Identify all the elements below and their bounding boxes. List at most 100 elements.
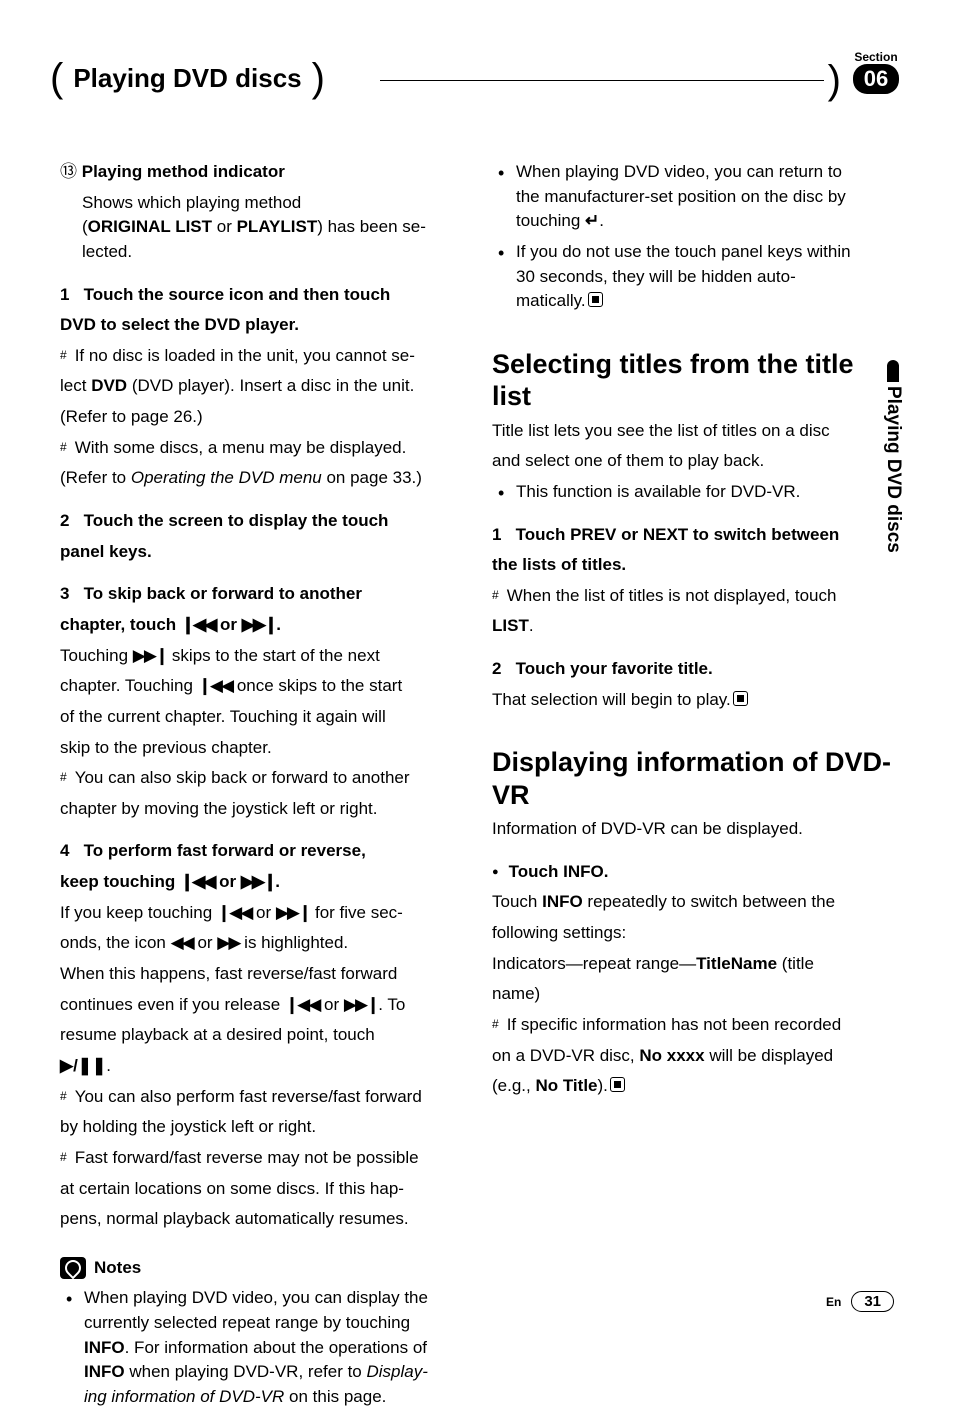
text: on page 33.) <box>322 468 422 487</box>
text: You can also perform fast reverse/fast f… <box>75 1087 422 1106</box>
note: If specific information has not been rec… <box>492 1013 894 1038</box>
section-end-icon <box>610 1077 625 1092</box>
heading-displaying-info: Displaying information of DVD-VR <box>492 746 894 811</box>
next-icon: ▶▶❙ <box>241 872 275 891</box>
text: lected. <box>82 242 132 261</box>
text: following settings: <box>492 921 894 946</box>
bullet-note: If you do not use the touch panel keys w… <box>492 240 894 314</box>
text: If you do not use the touch panel keys w… <box>516 242 851 261</box>
text: touching <box>516 211 585 230</box>
text: continues even if you release <box>60 995 285 1014</box>
text: or <box>214 872 240 891</box>
note: If no disc is loaded in the unit, you ca… <box>60 344 462 369</box>
notes-icon <box>60 1257 86 1279</box>
step-title: the lists of titles. <box>492 553 894 578</box>
section-end-icon <box>588 292 603 307</box>
text: This function is available for DVD-VR. <box>516 482 800 501</box>
text: Indicators—repeat range— <box>492 954 696 973</box>
left-column: ⑬ Playing method indicator Shows which p… <box>60 160 462 1416</box>
note: With some discs, a menu may be displayed… <box>60 436 462 461</box>
text: or <box>251 903 276 922</box>
text: Touching <box>60 646 133 665</box>
prev-icon: ❙◀◀ <box>181 615 215 634</box>
next-icon: ▶▶❙ <box>344 995 378 1014</box>
text: (Refer to <box>60 468 131 487</box>
page-header: ( Playing DVD discs ) ) Section 06 <box>60 40 894 100</box>
step-title: To skip back or forward to another <box>84 584 362 603</box>
right-column: When playing DVD video, you can return t… <box>492 160 894 1416</box>
page-footer: En 31 <box>826 1291 894 1312</box>
text: skip to the previous chapter. <box>60 736 462 761</box>
text: when playing DVD-VR, refer to <box>125 1362 367 1381</box>
paren-close: ) <box>312 58 325 98</box>
item13-body: Shows which playing method (ORIGINAL LIS… <box>60 191 462 265</box>
section-title: Playing DVD discs <box>63 63 311 94</box>
text: will be displayed <box>705 1046 834 1065</box>
note: You can also perform fast reverse/fast f… <box>60 1085 462 1110</box>
text: by holding the joystick left or right. <box>60 1115 462 1140</box>
text: If no disc is loaded in the unit, you ca… <box>75 346 415 365</box>
text: ing information of DVD-VR <box>84 1387 284 1406</box>
text: No xxxx <box>639 1046 704 1065</box>
step-title: Touch the screen to display the touch <box>84 511 389 530</box>
text: Operating the DVD menu <box>131 468 322 487</box>
text: ). <box>598 1076 608 1095</box>
text: Shows which playing method <box>82 193 301 212</box>
text: . <box>275 872 280 891</box>
text: the manufacturer-set position on the dis… <box>516 187 846 206</box>
step-num: 1 <box>492 525 501 544</box>
text: on a DVD-VR disc, <box>492 1046 639 1065</box>
text: (DVD player). Insert a disc in the unit. <box>127 376 414 395</box>
return-icon: ↵ <box>585 211 599 230</box>
text: matically. <box>516 291 586 310</box>
text: of the current chapter. Touching it agai… <box>60 705 462 730</box>
step-num: 1 <box>60 285 69 304</box>
step-num: 3 <box>60 584 69 603</box>
step-num: 2 <box>492 659 501 678</box>
step-title: Touch the source icon and then touch <box>84 285 391 304</box>
text: for five sec- <box>310 903 403 922</box>
text: or <box>212 217 237 236</box>
section-end-icon <box>733 691 748 706</box>
step-title: Touch INFO. <box>492 860 894 885</box>
step-title: Touch PREV or NEXT to switch between <box>516 525 840 544</box>
text: is highlighted. <box>239 933 348 952</box>
note: You can also skip back or forward to ano… <box>60 766 462 791</box>
text: INFO <box>542 892 583 911</box>
paren-open: ( <box>50 58 63 98</box>
text: . <box>529 616 534 635</box>
prev-icon: ❙◀◀ <box>285 995 319 1014</box>
text: lect <box>60 376 91 395</box>
rew-icon: ◀◀ <box>171 933 193 952</box>
ff-icon: ▶▶ <box>217 933 239 952</box>
paren-close-right: ) <box>828 58 841 103</box>
text: or <box>193 933 218 952</box>
text: PLAYLIST <box>237 217 318 236</box>
footer-lang: En <box>826 1295 841 1309</box>
notes-heading: Notes <box>94 1256 141 1281</box>
text: currently selected repeat range by touch… <box>84 1313 410 1332</box>
next-icon: ▶▶❙ <box>133 646 167 665</box>
play-pause-icon: ▶/❚❚ <box>60 1056 106 1075</box>
text: on this page. <box>284 1387 386 1406</box>
text: No Title <box>535 1076 597 1095</box>
text: . <box>599 211 604 230</box>
text: 30 seconds, they will be hidden auto- <box>516 267 796 286</box>
text: . <box>276 615 281 634</box>
text: (title <box>777 954 814 973</box>
text: at certain locations on some discs. If t… <box>60 1177 462 1202</box>
step-num: 2 <box>60 511 69 530</box>
text: ) has been se- <box>317 217 426 236</box>
bullet-note: When playing DVD video, you can display … <box>60 1286 462 1409</box>
side-tab: Playing DVD discs <box>860 360 926 553</box>
prev-icon: ❙◀◀ <box>217 903 251 922</box>
text: pens, normal playback automatically resu… <box>60 1207 462 1232</box>
text: repeatedly to switch between the <box>583 892 835 911</box>
text: Fast forward/fast reverse may not be pos… <box>75 1148 419 1167</box>
text: keep touching <box>60 872 180 891</box>
side-tab-cap <box>887 360 899 382</box>
step-title: Touch your favorite title. <box>516 659 713 678</box>
text: name) <box>492 982 894 1007</box>
text: . To <box>378 995 405 1014</box>
text: (e.g., <box>492 1076 535 1095</box>
